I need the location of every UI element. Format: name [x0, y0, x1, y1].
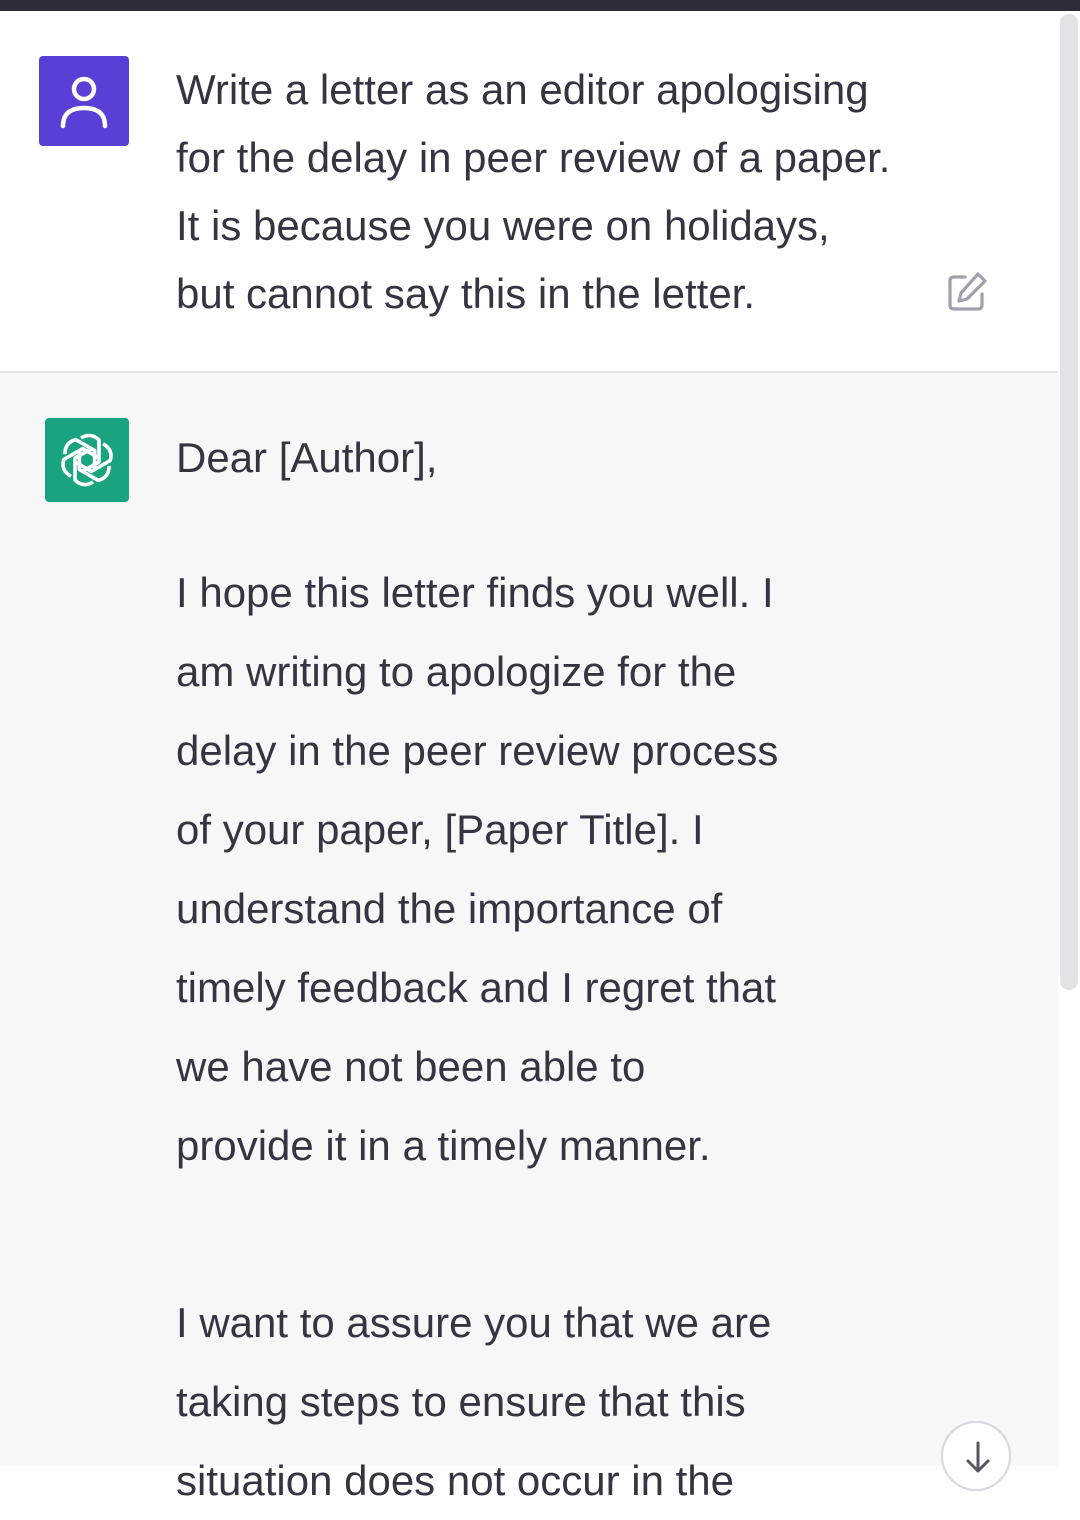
user-message-line: It is because you were on holidays, — [176, 202, 830, 249]
edit-message-button[interactable] — [944, 269, 990, 315]
letter-line: am writing to apologize for the — [176, 648, 737, 695]
letter-line: we have not been able to — [176, 1043, 646, 1090]
scroll-to-bottom-button[interactable] — [941, 1421, 1011, 1491]
letter-greeting: Dear [Author], — [176, 434, 438, 481]
letter-line: understand the importance of — [176, 885, 723, 932]
assistant-message-text: Dear [Author], I hope this letter finds … — [176, 418, 876, 1504]
letter-line: taking steps to ensure that this — [176, 1378, 746, 1425]
letter-line: of your paper, [Paper Title]. I — [176, 806, 704, 853]
edit-icon — [948, 272, 987, 311]
openai-logo-icon — [61, 433, 113, 487]
scrollbar-thumb[interactable] — [1060, 14, 1078, 990]
arrow-down-icon — [966, 1441, 990, 1473]
letter-line: delay in the peer review process — [176, 727, 779, 774]
assistant-message-turn: Dear [Author], I hope this letter finds … — [0, 373, 1058, 1504]
user-avatar — [39, 56, 129, 146]
letter-paragraph: I want to assure you that we are taking … — [176, 1283, 876, 1520]
user-message-turn: Write a letter as an editor apologising … — [0, 11, 1058, 373]
letter-line: provide it in a timely manner. — [176, 1122, 711, 1169]
user-avatar-icon — [60, 76, 108, 129]
letter-line: I hope this letter finds you well. I — [176, 569, 774, 616]
user-message-line: for the delay in peer review of a paper. — [176, 134, 891, 181]
user-message-text: Write a letter as an editor apologising … — [176, 56, 966, 328]
user-message-line: but cannot say this in the letter. — [176, 270, 756, 317]
user-message-line: Write a letter as an editor apologising — [176, 66, 869, 113]
letter-line: situation does not occur in the — [176, 1457, 735, 1504]
assistant-avatar — [45, 418, 129, 502]
letter-paragraph: I hope this letter finds you well. I am … — [176, 553, 876, 1185]
letter-line: timely feedback and I regret that — [176, 964, 776, 1011]
letter-line: I want to assure you that we are — [176, 1299, 772, 1346]
top-bar — [0, 0, 1080, 11]
